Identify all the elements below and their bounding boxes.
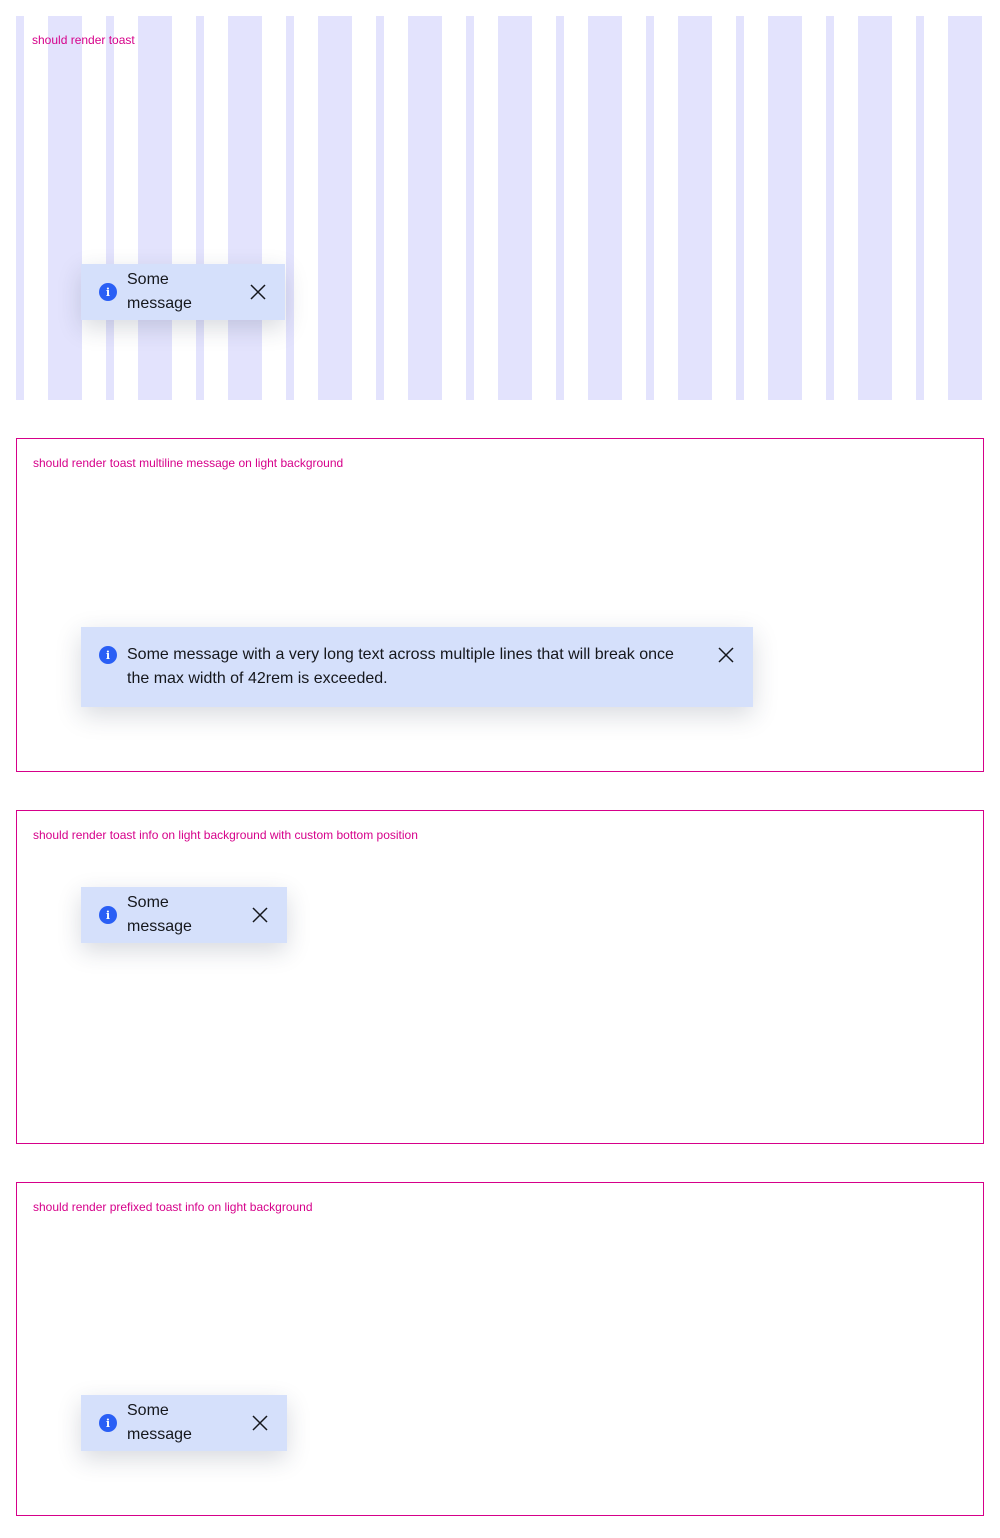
close-icon — [252, 1415, 268, 1431]
section-label: should render prefixed toast info on lig… — [33, 1200, 313, 1214]
section-label: should render toast info on light backgr… — [33, 828, 418, 842]
info-icon: i — [99, 646, 117, 664]
close-button[interactable] — [717, 646, 735, 664]
section-toast-custom-bottom: should render toast info on light backgr… — [16, 810, 984, 1144]
toast-message: Some message — [127, 271, 192, 312]
close-button[interactable] — [251, 906, 269, 924]
section-toast-grid: should render toast i Some message — [16, 16, 984, 400]
info-icon: i — [99, 1414, 117, 1432]
toast: i Some message with a very long text acr… — [81, 627, 753, 707]
section-label: should render toast — [32, 33, 135, 47]
close-icon — [250, 284, 266, 300]
toast-message: Some message — [127, 894, 192, 935]
section-toast-multiline: should render toast multiline message on… — [16, 438, 984, 772]
toast: i Some message — [81, 1395, 287, 1451]
close-button[interactable] — [251, 1414, 269, 1432]
toast-message: Some message — [127, 1402, 192, 1443]
info-icon: i — [99, 283, 117, 301]
toast-message: Some message with a very long text acros… — [127, 646, 674, 687]
close-icon — [718, 647, 734, 663]
toast: i Some message — [81, 887, 287, 943]
section-label: should render toast multiline message on… — [33, 456, 344, 470]
toast: i Some message — [81, 264, 285, 320]
close-button[interactable] — [249, 283, 267, 301]
info-icon: i — [99, 906, 117, 924]
section-toast-prefixed: should render prefixed toast info on lig… — [16, 1182, 984, 1516]
close-icon — [252, 907, 268, 923]
